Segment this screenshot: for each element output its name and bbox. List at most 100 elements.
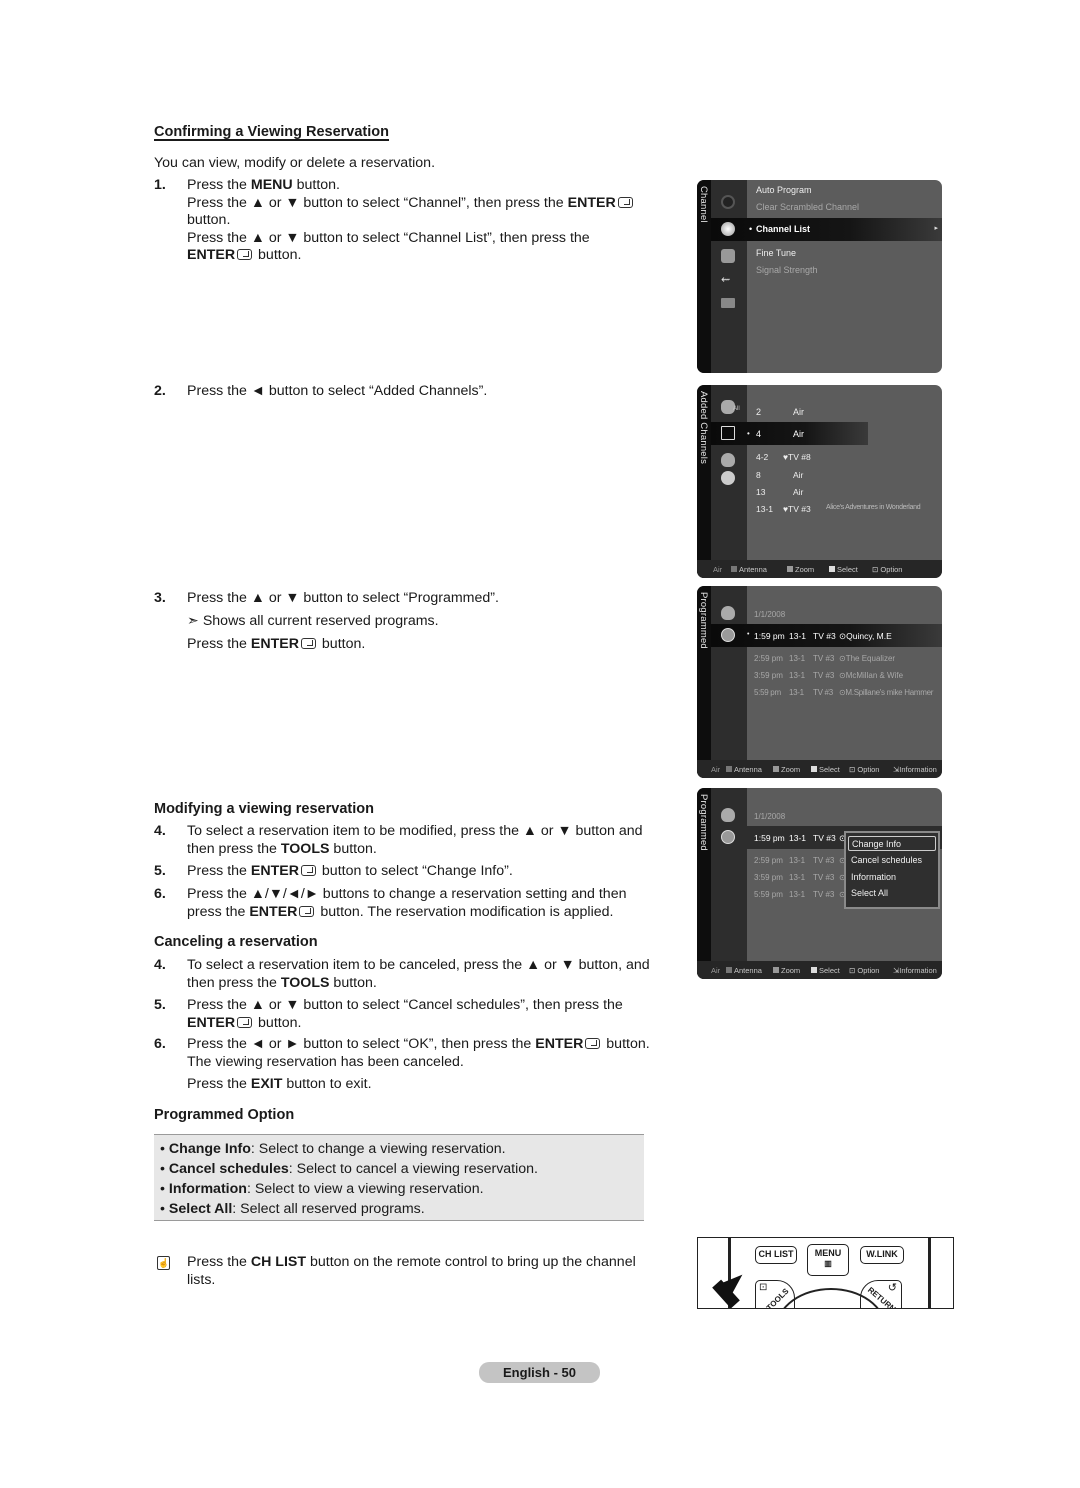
zoom-button[interactable]: Zoom [773, 966, 800, 975]
step-number: 1. [154, 177, 166, 193]
channel-row[interactable]: 13 Air [756, 487, 803, 497]
selection-dot: • [747, 429, 750, 438]
step-number: 3. [154, 590, 166, 606]
antenna-icon [721, 195, 735, 209]
option-button[interactable]: ⊡ Option [849, 966, 879, 975]
programmed-row[interactable]: 3:59 pm 13-1 TV #3 ⊙McMillan & Wife [754, 671, 903, 680]
menu-button[interactable]: MENU ▥ [807, 1244, 849, 1276]
zoom-button[interactable]: Zoom [773, 765, 800, 774]
option-button[interactable]: ⊡ Option [849, 765, 879, 774]
section-title: Confirming a Viewing Reservation [154, 124, 390, 140]
tools-item-select-all[interactable]: Select All [851, 888, 888, 898]
channel-row[interactable]: 13-1 ♥TV #3 Alice's Adventures in Wonderla… [756, 504, 921, 514]
options-title: Programmed Option [154, 1107, 295, 1123]
source-label: Air [711, 966, 721, 975]
step-text: Press the ▲ or ▼ button to select “Chann… [187, 194, 568, 211]
tools-item-information[interactable]: Information [851, 872, 896, 882]
step-text: button to exit. [282, 1076, 372, 1092]
date-label: 1/1/2008 [754, 812, 786, 821]
step-text: Press the ▲ or ▼ button to select “Cance… [187, 997, 623, 1013]
option-item: • Information: Select to view a viewing … [160, 1181, 484, 1197]
key-name: ENTER [535, 1036, 584, 1052]
osd-tab: Programmed [697, 586, 711, 778]
step-text: To select a reservation item to be modif… [187, 823, 643, 839]
programmed-row[interactable]: 2:59 pm 13-1 TV #3 ⊙ [754, 856, 846, 865]
step-number: 6. [154, 886, 166, 902]
osd-added-channels: Added Channels All 2 Air • 4 Air 4-2 ♥TV #8… [697, 385, 942, 578]
key-name: MENU [250, 177, 293, 193]
key-name: ENTER [187, 1014, 236, 1031]
antenna-button[interactable]: Antenna [731, 565, 767, 574]
antenna-button[interactable]: Antenna [726, 966, 762, 975]
zoom-button[interactable]: Zoom [787, 565, 814, 574]
osd-tab: Programmed [697, 788, 711, 979]
selected-row-bar [711, 218, 942, 241]
step-text: button. [187, 212, 231, 228]
antenna-button[interactable]: Antenna [726, 765, 762, 774]
options-box: • Change Info: Select to change a viewin… [154, 1134, 644, 1221]
tools-item-change-info[interactable]: Change Info [848, 836, 936, 851]
modify-step-6: 6. Press the ▲/▼/◄/► buttons to change a… [154, 886, 674, 921]
channel-row[interactable]: 4-2 ♥TV #8 [756, 452, 811, 462]
added-icon[interactable] [721, 426, 735, 440]
step-text: Press the [187, 863, 251, 879]
menu-item[interactable]: Auto Program [756, 185, 812, 195]
step-number: 6. [154, 1036, 166, 1052]
osd-programmed-tools: Programmed 1/1/2008 1:59 pm 13-1 TV #3 ⊙ 2:… [697, 788, 942, 979]
programmed-row-selected[interactable]: 1:59 pm 13-1 TV #3 ⊙Quincy, M.E [754, 631, 892, 641]
key-name: ENTER [250, 863, 299, 879]
step-number: 5. [154, 997, 166, 1013]
modify-step-4: 4. To select a reservation item to be mo… [154, 823, 674, 858]
enter-icon [300, 638, 316, 649]
step-text: button. [317, 636, 366, 652]
programmed-row-selected[interactable]: 1:59 pm 13-1 TV #3 ⊙ [754, 833, 846, 843]
selection-dot: • [747, 631, 750, 638]
programmed-row[interactable]: 5:59 pm 13-1 TV #3 ⊙ [754, 890, 846, 899]
step-text: Press the ▲/▼/◄/► buttons to change a re… [187, 886, 627, 902]
menu-item[interactable]: Clear Scrambled Channel [756, 202, 859, 212]
key-name: ENTER [249, 903, 298, 920]
arrow-icon[interactable]: ⇜ [721, 273, 735, 287]
favorite-heart-icon[interactable] [721, 453, 735, 467]
programmed-row[interactable]: 5:59 pm 13-1 TV #3 ⊙M.Spillane's mike Hamme… [754, 688, 933, 697]
step-number: 2. [154, 383, 166, 399]
selection-dot: • [749, 224, 753, 234]
menu-item[interactable]: Fine Tune [756, 248, 796, 258]
favorite-heart-icon[interactable] [721, 808, 735, 822]
key-name: ENTER [187, 247, 236, 263]
gear-icon[interactable] [721, 249, 735, 263]
option-button[interactable]: ⊡ Option [872, 565, 902, 574]
select-button[interactable]: Select [829, 565, 858, 574]
information-button[interactable]: ⇲Information [893, 765, 937, 774]
wlink-button[interactable]: W.LINK [860, 1246, 904, 1264]
programmed-icon[interactable] [721, 471, 735, 485]
step-text: button. [254, 1014, 302, 1031]
clock-icon[interactable] [721, 830, 735, 844]
programmed-row[interactable]: 2:59 pm 13-1 TV #3 ⊙The Equalizer [754, 654, 895, 663]
clock-icon[interactable] [721, 628, 735, 642]
step-text: button. The reservation modification is … [316, 903, 614, 920]
cancel-step-4: 4. To select a reservation item to be ca… [154, 957, 674, 992]
information-button[interactable]: ⇲Information [893, 966, 937, 975]
channel-row[interactable]: 8 Air [756, 470, 803, 480]
menu-item-selected[interactable]: Channel List [756, 224, 810, 234]
channel-row[interactable]: 2 Air [756, 407, 804, 417]
cancel-title: Canceling a reservation [154, 934, 318, 950]
ch-list-button[interactable]: CH LIST [755, 1246, 797, 1264]
osd-footer: Air Antenna Zoom Select ⊡ Option ⇲Inform… [697, 760, 942, 778]
favorite-heart-icon[interactable] [721, 606, 735, 620]
programmed-row[interactable]: 3:59 pm 13-1 TV #3 ⊙ [754, 873, 846, 882]
select-button[interactable]: Select [811, 765, 840, 774]
modify-step-5: 5. Press the ENTER button to select “Cha… [154, 863, 674, 881]
channel-icon[interactable] [721, 222, 735, 236]
select-button[interactable]: Select [811, 966, 840, 975]
channel-row-selected[interactable]: 4 Air [756, 429, 804, 439]
step-text: button. [602, 1036, 650, 1052]
menu-item[interactable]: Signal Strength [756, 265, 818, 275]
note-text: Press the CH LIST button on the remote c… [187, 1254, 636, 1288]
enter-icon [585, 1038, 601, 1049]
tools-item-cancel-schedules[interactable]: Cancel schedules [851, 855, 922, 865]
screen-icon[interactable] [721, 298, 735, 308]
key-name: TOOLS [280, 840, 330, 857]
step-text: Press the ◄ button to select “Added Chan… [187, 383, 488, 399]
